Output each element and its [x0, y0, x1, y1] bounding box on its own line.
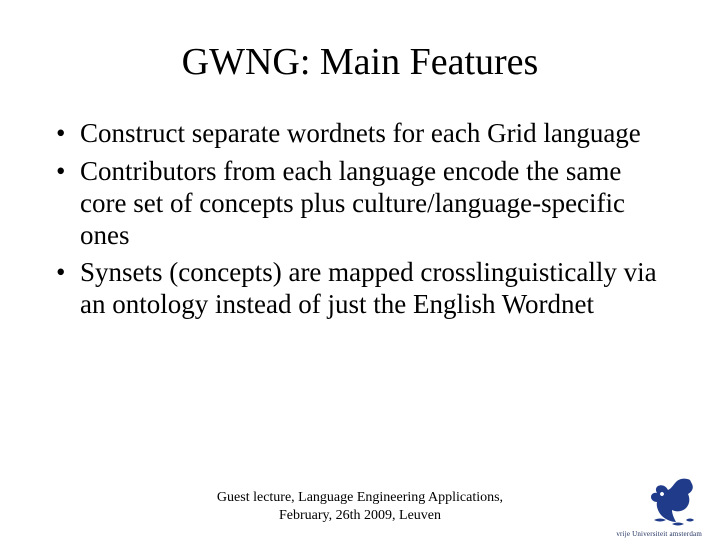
- griffin-icon: [642, 472, 702, 532]
- bullet-list: Construct separate wordnets for each Gri…: [50, 118, 670, 321]
- bullet-item: Synsets (concepts) are mapped crosslingu…: [50, 257, 670, 321]
- slide-footer: Guest lecture, Language Engineering Appl…: [0, 489, 720, 524]
- bullet-item: Contributors from each language encode t…: [50, 156, 670, 252]
- slide-title: GWNG: Main Features: [50, 40, 670, 84]
- bullet-item: Construct separate wordnets for each Gri…: [50, 118, 670, 150]
- footer-line-1: Guest lecture, Language Engineering Appl…: [0, 489, 720, 507]
- logo-text: vrije Universiteit amsterdam: [616, 530, 702, 538]
- slide: GWNG: Main Features Construct separate w…: [0, 0, 720, 540]
- footer-line-2: February, 26th 2009, Leuven: [0, 507, 720, 525]
